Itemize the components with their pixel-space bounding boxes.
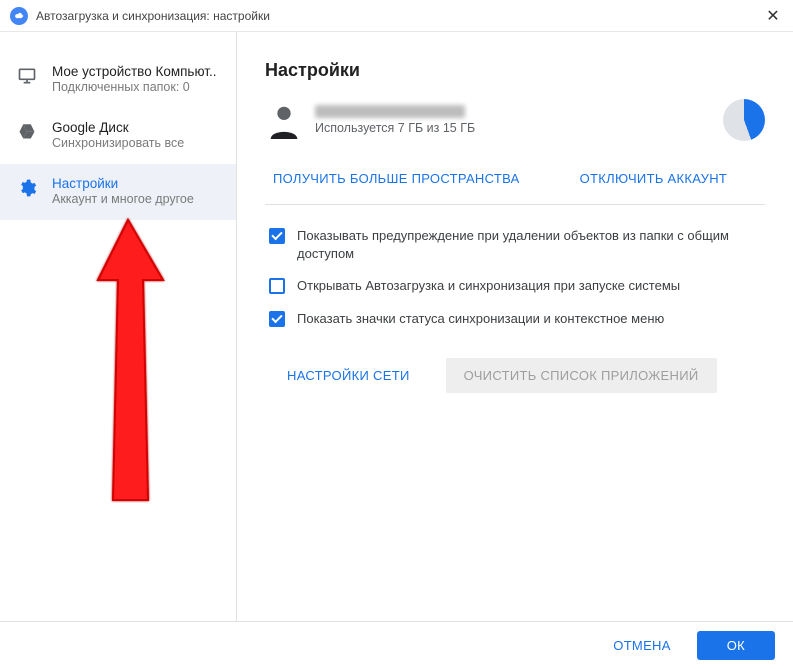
network-settings-button[interactable]: НАСТРОЙКИ СЕТИ xyxy=(275,358,422,393)
checkbox-icon[interactable] xyxy=(269,228,285,244)
sidebar-item-sublabel: Подключенных папок: 0 xyxy=(52,80,222,94)
sidebar-item-settings[interactable]: Настройки Аккаунт и многое другое xyxy=(0,164,236,220)
main-panel: Настройки Используется 7 ГБ из 15 ГБ ПОЛ… xyxy=(237,32,793,621)
sidebar-item-sublabel: Аккаунт и многое другое xyxy=(52,192,222,206)
checkbox-icon[interactable] xyxy=(269,311,285,327)
check-open-on-startup[interactable]: Открывать Автозагрузка и синхронизация п… xyxy=(265,277,765,295)
monitor-icon xyxy=(16,66,38,86)
sidebar-item-sublabel: Синхронизировать все xyxy=(52,136,222,150)
dialog-footer: ОТМЕНА ОК xyxy=(0,621,793,669)
checkbox-label: Показывать предупреждение при удалении о… xyxy=(297,227,765,263)
sidebar-item-label: Мое устройство Компьют.. xyxy=(52,64,222,79)
checkbox-icon[interactable] xyxy=(269,278,285,294)
close-icon[interactable]: ✕ xyxy=(763,6,783,26)
storage-usage-text: Используется 7 ГБ из 15 ГБ xyxy=(315,121,711,135)
gear-icon xyxy=(16,178,38,198)
checkbox-label: Показать значки статуса синхронизации и … xyxy=(297,310,664,328)
sidebar-item-device[interactable]: Мое устройство Компьют.. Подключенных па… xyxy=(0,52,236,108)
check-show-sync-icons[interactable]: Показать значки статуса синхронизации и … xyxy=(265,310,765,328)
check-warn-delete[interactable]: Показывать предупреждение при удалении о… xyxy=(265,227,765,263)
window-title: Автозагрузка и синхронизация: настройки xyxy=(36,9,763,23)
clear-apps-button: ОЧИСТИТЬ СПИСОК ПРИЛОЖЕНИЙ xyxy=(446,358,717,393)
cloud-app-icon xyxy=(10,7,28,25)
get-more-space-link[interactable]: ПОЛУЧИТЬ БОЛЬШЕ ПРОСТРАНСТВА xyxy=(273,171,520,186)
sidebar-item-label: Настройки xyxy=(52,176,222,191)
account-row: Используется 7 ГБ из 15 ГБ xyxy=(265,99,765,141)
cancel-button[interactable]: ОТМЕНА xyxy=(597,630,686,661)
checkbox-label: Открывать Автозагрузка и синхронизация п… xyxy=(297,277,680,295)
disconnect-account-link[interactable]: ОТКЛЮЧИТЬ АККАУНТ xyxy=(580,171,728,186)
titlebar: Автозагрузка и синхронизация: настройки … xyxy=(0,0,793,32)
sidebar-item-drive[interactable]: Google Диск Синхронизировать все xyxy=(0,108,236,164)
avatar-icon xyxy=(265,101,303,139)
account-email xyxy=(315,105,465,118)
storage-pie-icon xyxy=(723,99,765,141)
drive-icon xyxy=(16,122,38,140)
sidebar: Мое устройство Компьют.. Подключенных па… xyxy=(0,32,237,621)
page-title: Настройки xyxy=(265,60,765,81)
ok-button[interactable]: ОК xyxy=(697,631,775,660)
sidebar-item-label: Google Диск xyxy=(52,120,222,135)
